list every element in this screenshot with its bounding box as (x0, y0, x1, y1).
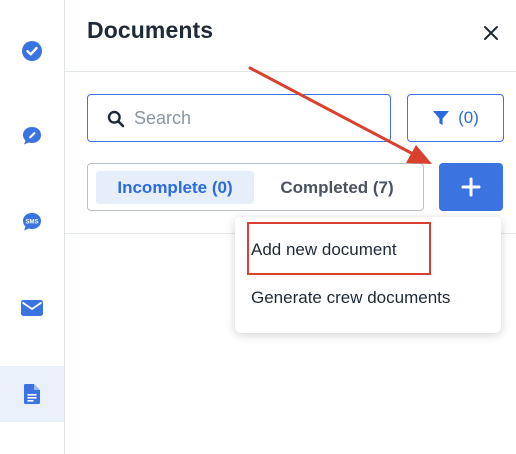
filter-button[interactable]: (0) (407, 94, 504, 142)
status-tabs: Incomplete (0) Completed (7) (87, 163, 424, 211)
sidebar-item-tasks[interactable] (0, 23, 64, 79)
sidebar-item-mail[interactable] (0, 280, 64, 336)
check-circle-icon (22, 41, 42, 61)
search-box (87, 94, 391, 142)
add-button[interactable] (439, 163, 503, 211)
search-input[interactable] (134, 105, 374, 131)
menu-item-add-new-document[interactable]: Add new document (251, 240, 397, 260)
documents-panel: Documents (0) Incomplete (0) Completed (… (65, 0, 516, 454)
close-button[interactable] (480, 22, 502, 44)
filter-count: (0) (458, 108, 479, 127)
sidebar-item-notes[interactable] (0, 108, 64, 164)
sms-icon: SMS (23, 213, 41, 231)
sidebar-item-sms[interactable]: SMS (0, 194, 64, 250)
search-icon (107, 110, 125, 128)
tab-incomplete[interactable]: Incomplete (0) (96, 171, 254, 204)
chat-pencil-icon (23, 127, 41, 145)
tab-completed[interactable]: Completed (7) (262, 171, 412, 204)
panel-title: Documents (87, 17, 214, 43)
sidebar-rail: SMS (0, 0, 65, 454)
sidebar-item-documents[interactable] (0, 366, 64, 422)
document-icon (23, 384, 40, 404)
plus-icon (461, 177, 481, 197)
panel-header: Documents (65, 0, 516, 72)
svg-text:SMS: SMS (25, 220, 38, 226)
envelope-icon (21, 300, 43, 316)
menu-item-generate-crew-documents[interactable]: Generate crew documents (251, 288, 450, 308)
add-dropdown-menu: Add new document Generate crew documents (235, 217, 501, 333)
filter-icon (433, 111, 450, 125)
close-icon (484, 26, 498, 40)
